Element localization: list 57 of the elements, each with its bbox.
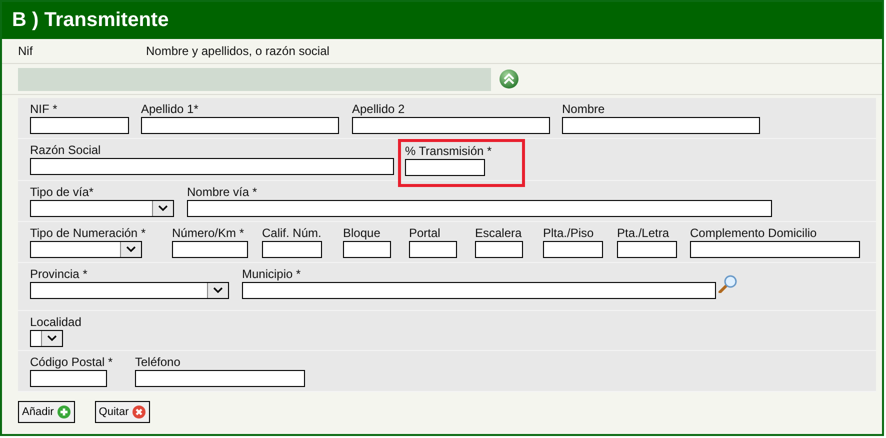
text-field[interactable] bbox=[242, 282, 716, 299]
close-icon bbox=[132, 405, 146, 419]
dropdown[interactable] bbox=[30, 200, 174, 217]
field-label: Número/Km * bbox=[172, 226, 244, 240]
field-label: Complemento Domicilio bbox=[690, 226, 817, 240]
field-label: Plta./Piso bbox=[543, 226, 594, 240]
section-title: B ) Transmitente bbox=[12, 9, 169, 32]
dropdown[interactable] bbox=[30, 241, 142, 258]
add-button[interactable]: Añadir bbox=[18, 401, 75, 423]
text-field[interactable] bbox=[135, 370, 305, 387]
text-field[interactable] bbox=[409, 241, 457, 258]
text-field[interactable] bbox=[30, 370, 107, 387]
column-header: Nombre y apellidos, o razón social bbox=[146, 44, 330, 58]
text-field[interactable] bbox=[475, 241, 523, 258]
field-label: Razón Social bbox=[30, 143, 101, 157]
field-label: Calif. Núm. bbox=[262, 226, 322, 240]
field-label: Portal bbox=[409, 226, 440, 240]
chevron-icon[interactable] bbox=[41, 331, 62, 346]
text-field[interactable] bbox=[352, 117, 550, 134]
text-field[interactable] bbox=[30, 117, 129, 134]
collapse-icon[interactable] bbox=[499, 69, 519, 89]
field-label: Escalera bbox=[475, 226, 522, 240]
field-label: Provincia * bbox=[30, 267, 88, 281]
text-field[interactable] bbox=[172, 241, 248, 258]
text-field[interactable] bbox=[690, 241, 860, 258]
text-field[interactable] bbox=[187, 200, 772, 217]
field-label: Tipo de vía* bbox=[30, 185, 94, 199]
field-label: % Transmisión * bbox=[405, 144, 492, 158]
field-label: Municipio * bbox=[242, 267, 301, 281]
field-label: Nombre bbox=[562, 102, 605, 116]
chevron-icon[interactable] bbox=[120, 242, 141, 257]
field-label: Teléfono bbox=[135, 355, 180, 369]
field-label: Apellido 1* bbox=[141, 102, 198, 116]
text-field[interactable] bbox=[262, 241, 322, 258]
text-field[interactable] bbox=[30, 158, 394, 175]
dropdown[interactable] bbox=[30, 330, 63, 347]
field-label: NIF * bbox=[30, 102, 58, 116]
text-field[interactable] bbox=[405, 159, 485, 176]
plus-icon bbox=[56, 405, 71, 419]
field-label: Código Postal * bbox=[30, 355, 113, 369]
field-label: Localidad bbox=[30, 315, 82, 329]
remove-button[interactable]: Quitar bbox=[94, 401, 150, 423]
chevron-icon[interactable] bbox=[207, 283, 228, 298]
text-field[interactable] bbox=[543, 241, 603, 258]
column-header: Nif bbox=[18, 44, 34, 58]
field-label: Pta./Letra bbox=[617, 226, 670, 240]
field-label: Bloque bbox=[343, 226, 380, 240]
field-label: Tipo de Numeración * bbox=[30, 226, 146, 240]
text-field[interactable] bbox=[562, 117, 760, 134]
search-icon[interactable] bbox=[718, 275, 738, 293]
text-field[interactable] bbox=[343, 241, 391, 258]
chevron-icon[interactable] bbox=[152, 201, 173, 216]
dropdown[interactable] bbox=[30, 282, 229, 299]
text-field[interactable] bbox=[141, 117, 339, 134]
field-label: Apellido 2 bbox=[352, 102, 405, 116]
text-field[interactable] bbox=[617, 241, 677, 258]
field-label: Nombre vía * bbox=[187, 185, 258, 199]
